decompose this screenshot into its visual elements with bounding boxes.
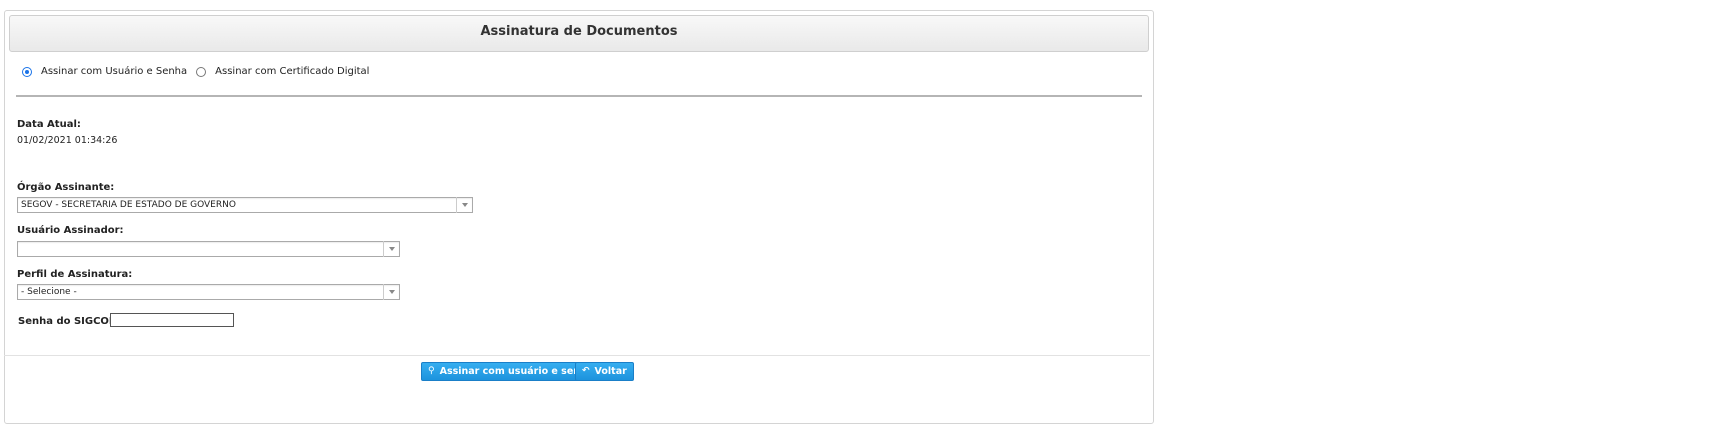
back-button-label: Voltar (594, 366, 627, 377)
key-icon: ⚲ (428, 366, 435, 376)
radio-digital-certificate-label[interactable]: Assinar com Certificado Digital (215, 66, 369, 77)
senha-label: Senha do SIGCON: (18, 316, 122, 327)
chevron-down-icon[interactable] (383, 284, 399, 300)
perfil-select[interactable]: - Selecione - (17, 284, 400, 300)
sign-button[interactable]: ⚲ Assinar com usuário e senha (421, 362, 601, 381)
chevron-down-icon[interactable] (456, 197, 472, 213)
footer-divider (4, 355, 1150, 356)
perfil-label: Perfil de Assinatura: (17, 269, 133, 280)
senha-input[interactable] (110, 313, 234, 327)
divider (16, 95, 1142, 97)
orgao-label: Órgão Assinante: (17, 182, 115, 193)
panel-title: Assinatura de Documentos (9, 15, 1149, 52)
chevron-down-icon[interactable] (383, 241, 399, 257)
radio-digital-certificate[interactable] (196, 66, 207, 77)
undo-arrow-icon: ↶ (582, 366, 590, 376)
sign-mode-options: Assinar com Usuário e Senha Assinar com … (22, 66, 378, 77)
radio-user-password[interactable] (22, 66, 32, 77)
orgao-select[interactable]: SEGOV - SECRETARIA DE ESTADO DE GOVERNO (17, 197, 473, 213)
radio-user-password-label[interactable]: Assinar com Usuário e Senha (41, 66, 187, 77)
usuario-select[interactable] (17, 241, 400, 257)
sign-button-label: Assinar com usuário e senha (439, 366, 594, 377)
date-value: 01/02/2021 01:34:26 (17, 135, 118, 146)
orgao-select-value: SEGOV - SECRETARIA DE ESTADO DE GOVERNO (21, 200, 236, 210)
usuario-label: Usuário Assinador: (17, 225, 124, 236)
date-label: Data Atual: (17, 119, 81, 130)
back-button[interactable]: ↶ Voltar (575, 362, 634, 381)
perfil-select-value: - Selecione - (21, 287, 77, 297)
